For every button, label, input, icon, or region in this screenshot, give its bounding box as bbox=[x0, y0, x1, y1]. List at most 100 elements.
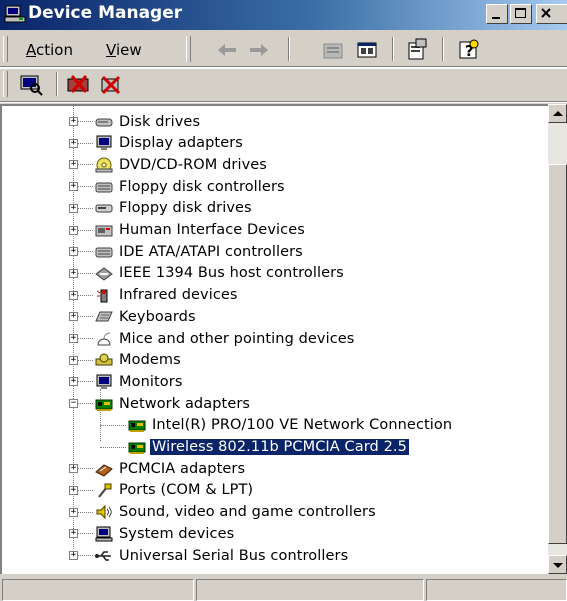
device-label: Network adapters bbox=[119, 395, 251, 412]
device-label: IDE ATA/ATAPI controllers bbox=[119, 243, 303, 260]
sound-icon bbox=[96, 504, 112, 520]
device-category[interactable]: Sound, video and game controllers bbox=[95, 502, 378, 523]
toolbar-grip[interactable] bbox=[186, 36, 191, 62]
forward-icon[interactable] bbox=[246, 37, 272, 63]
device-label: Infrared devices bbox=[119, 287, 238, 304]
network-card-icon bbox=[128, 442, 146, 454]
expand-toggle[interactable]: + bbox=[69, 355, 78, 365]
expand-toggle[interactable]: + bbox=[69, 377, 78, 387]
menu-action-label: ction bbox=[36, 41, 73, 59]
expand-toggle[interactable]: + bbox=[69, 268, 78, 278]
expand-toggle[interactable]: + bbox=[69, 203, 78, 213]
uninstall-icon[interactable] bbox=[66, 72, 92, 98]
device-manager-window: Device Manager Action View ? Disk drives… bbox=[0, 0, 567, 601]
properties-view-icon[interactable] bbox=[354, 37, 380, 63]
device-label: Mice and other pointing devices bbox=[119, 330, 355, 347]
expand-toggle[interactable]: + bbox=[69, 334, 78, 343]
close-button[interactable] bbox=[536, 4, 567, 24]
disable-icon[interactable] bbox=[98, 72, 124, 98]
device-label: Wireless 802.11b PCMCIA Card 2.5 bbox=[149, 438, 410, 456]
device-tree[interactable]: Disk drives Display adapters DVD/CD-ROM dr… bbox=[0, 104, 548, 574]
action-toolbar bbox=[0, 68, 567, 101]
menu-action[interactable]: Action bbox=[26, 41, 73, 59]
minimize-button[interactable] bbox=[486, 4, 508, 24]
menu-view-label: iew bbox=[115, 41, 142, 59]
device-category[interactable]: Network adapters bbox=[95, 393, 252, 414]
expand-toggle[interactable]: + bbox=[69, 551, 78, 560]
window-title: Device Manager bbox=[28, 3, 183, 23]
device-category[interactable]: Modems bbox=[95, 350, 183, 371]
device-label: Intel(R) PRO/100 VE Network Connection bbox=[152, 417, 453, 434]
scan-hardware-icon[interactable] bbox=[18, 72, 44, 98]
device-category[interactable]: Floppy disk controllers bbox=[95, 176, 287, 197]
toolbar-divider bbox=[0, 101, 567, 103]
device-item[interactable]: Intel(R) PRO/100 VE Network Connection bbox=[128, 415, 454, 436]
maximize-icon bbox=[515, 8, 526, 18]
device-label: Disk drives bbox=[119, 113, 201, 130]
device-category[interactable]: Universal Serial Bus controllers bbox=[95, 545, 350, 566]
infrared-icon bbox=[96, 289, 108, 303]
expand-toggle[interactable]: + bbox=[69, 312, 78, 322]
expand-toggle[interactable]: + bbox=[69, 507, 78, 517]
expand-toggle[interactable]: + bbox=[69, 225, 78, 235]
scroll-up-button[interactable] bbox=[548, 104, 567, 123]
monitor-icon bbox=[96, 374, 112, 389]
status-pane bbox=[426, 579, 567, 601]
device-label: Monitors bbox=[119, 373, 183, 390]
expand-toggle[interactable]: + bbox=[69, 182, 78, 192]
expand-toggle[interactable]: + bbox=[69, 290, 78, 300]
expand-toggle[interactable]: + bbox=[69, 160, 78, 170]
device-label: Modems bbox=[119, 352, 181, 369]
expand-toggle[interactable]: + bbox=[69, 117, 78, 126]
port-icon bbox=[98, 483, 112, 499]
toolbar-separator bbox=[288, 37, 290, 61]
device-category[interactable]: System devices bbox=[95, 523, 236, 544]
device-category[interactable]: IEEE 1394 Bus host controllers bbox=[95, 263, 346, 284]
help-icon[interactable]: ? bbox=[456, 37, 482, 63]
toolbar-grip[interactable] bbox=[3, 36, 8, 62]
device-category[interactable]: Keyboards bbox=[95, 306, 198, 327]
device-category[interactable]: Monitors bbox=[95, 371, 184, 392]
device-category[interactable]: Human Interface Devices bbox=[95, 220, 307, 241]
maximize-button[interactable] bbox=[510, 4, 532, 24]
toolbar-separator bbox=[56, 72, 58, 96]
device-category[interactable]: Disk drives bbox=[95, 111, 202, 132]
minimize-icon bbox=[492, 17, 500, 19]
expand-toggle[interactable]: + bbox=[69, 247, 78, 257]
vertical-scrollbar[interactable] bbox=[548, 104, 567, 574]
close-icon bbox=[541, 8, 551, 18]
back-icon[interactable] bbox=[214, 37, 240, 63]
scrollbar-thumb[interactable] bbox=[548, 164, 567, 544]
network-card-icon bbox=[128, 420, 146, 433]
device-label: DVD/CD-ROM drives bbox=[119, 156, 267, 173]
device-category[interactable]: IDE ATA/ATAPI controllers bbox=[95, 241, 305, 262]
pcmcia-icon bbox=[95, 464, 113, 477]
monitor-icon bbox=[96, 135, 112, 151]
device-label: Sound, video and game controllers bbox=[119, 504, 376, 521]
computer-icon bbox=[95, 526, 113, 542]
device-category[interactable]: Floppy disk drives bbox=[95, 198, 254, 219]
toolbar-grip[interactable] bbox=[3, 71, 8, 97]
expand-toggle[interactable]: + bbox=[69, 485, 78, 495]
device-category[interactable]: Mice and other pointing devices bbox=[95, 328, 356, 349]
mouse-icon bbox=[97, 332, 111, 345]
device-category[interactable]: Ports (COM & LPT) bbox=[95, 480, 255, 501]
up-folder-icon[interactable] bbox=[320, 37, 346, 63]
scroll-down-button[interactable] bbox=[548, 555, 567, 574]
device-category[interactable]: PCMCIA adapters bbox=[95, 458, 247, 479]
expand-toggle[interactable]: + bbox=[69, 138, 78, 148]
title-bar[interactable]: Device Manager bbox=[0, 0, 567, 30]
collapse-toggle[interactable]: − bbox=[69, 399, 78, 409]
expand-toggle[interactable]: + bbox=[69, 464, 78, 474]
device-category[interactable]: Display adapters bbox=[95, 133, 245, 154]
firewire-icon bbox=[95, 267, 113, 282]
properties-icon[interactable] bbox=[404, 37, 430, 63]
device-item[interactable]: Wireless 802.11b PCMCIA Card 2.5 bbox=[128, 437, 410, 458]
device-label: IEEE 1394 Bus host controllers bbox=[119, 265, 344, 282]
device-category[interactable]: DVD/CD-ROM drives bbox=[95, 154, 269, 175]
hid-icon bbox=[95, 225, 113, 237]
expand-toggle[interactable]: + bbox=[69, 529, 78, 539]
device-category[interactable]: Infrared devices bbox=[95, 285, 240, 306]
device-label: Ports (COM & LPT) bbox=[119, 482, 254, 499]
menu-view[interactable]: View bbox=[106, 41, 142, 59]
